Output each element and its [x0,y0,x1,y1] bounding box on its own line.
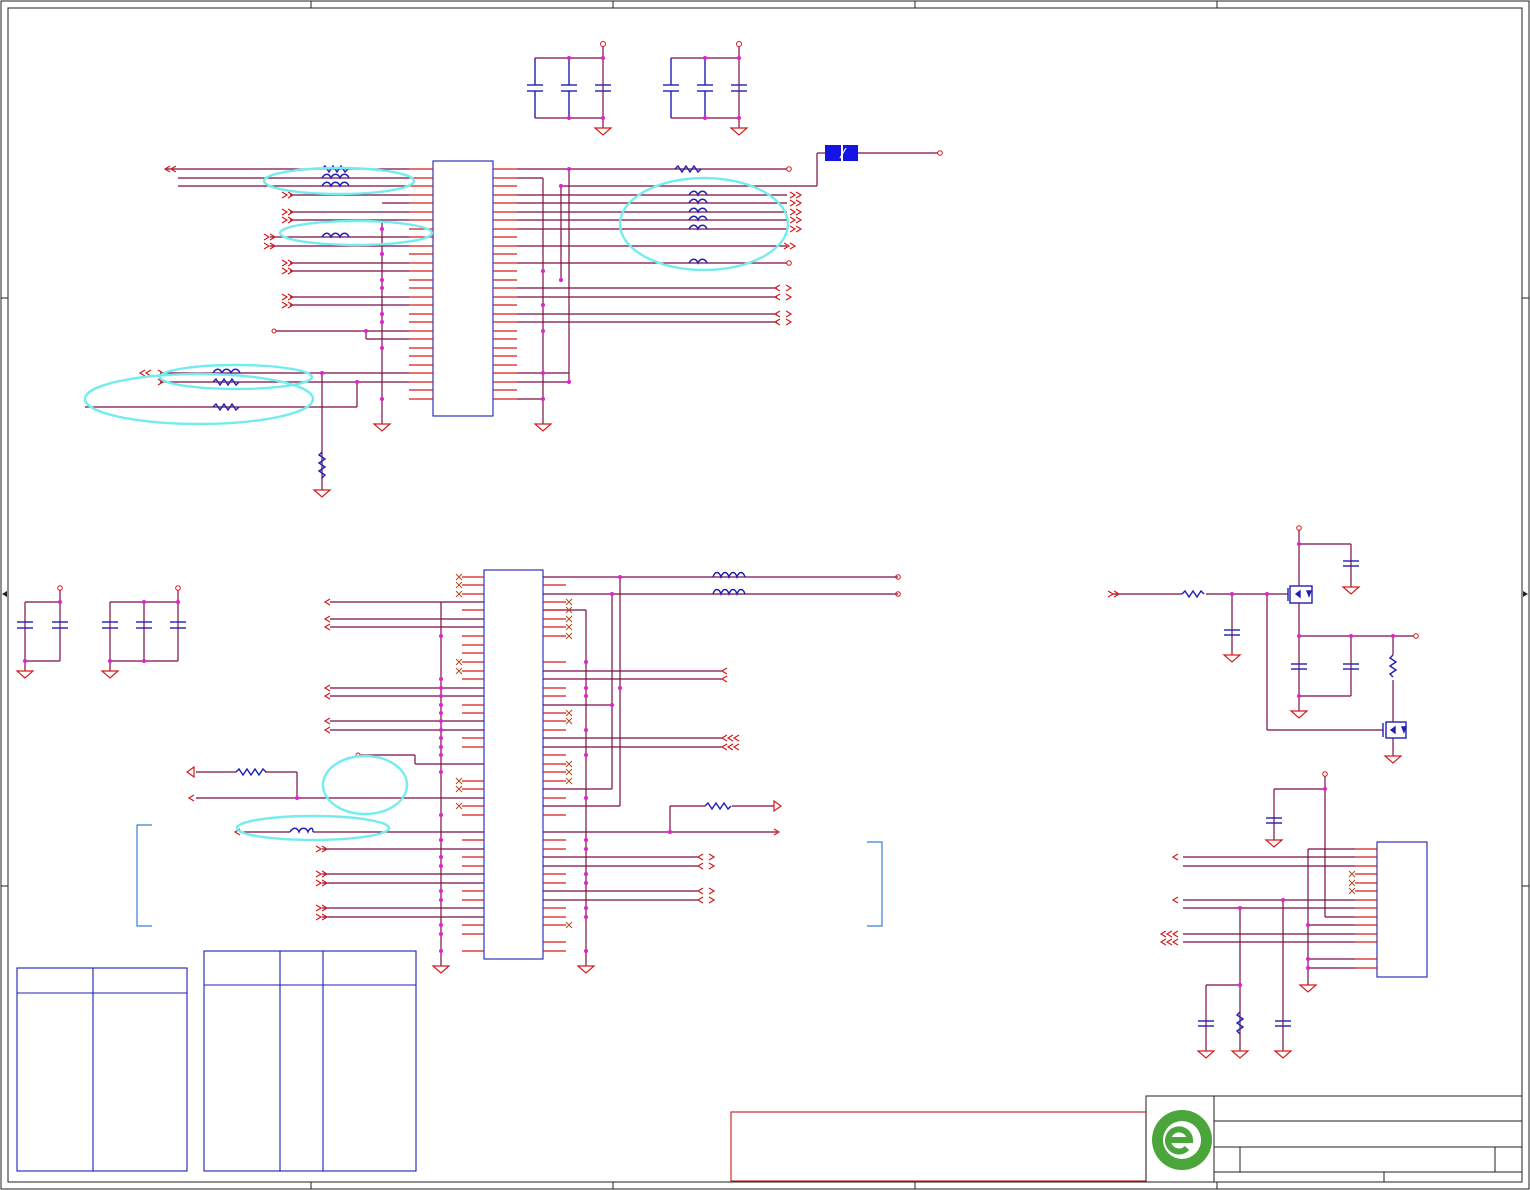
connector-lower[interactable] [196,569,901,974]
connector-right[interactable] [1159,771,1428,1059]
company-logo [1150,1106,1212,1170]
table-left [16,967,188,1172]
connector-upper[interactable] [85,145,943,498]
power-switch-circuit [1107,525,1419,764]
notes-box [730,1111,1147,1182]
decoupling-caps-top-right [663,41,749,136]
schematic-sheet [0,0,1530,1190]
table-right [203,950,417,1172]
decoupling-caps-top-left [527,41,613,136]
decoupling-caps-lower-left [15,585,186,679]
